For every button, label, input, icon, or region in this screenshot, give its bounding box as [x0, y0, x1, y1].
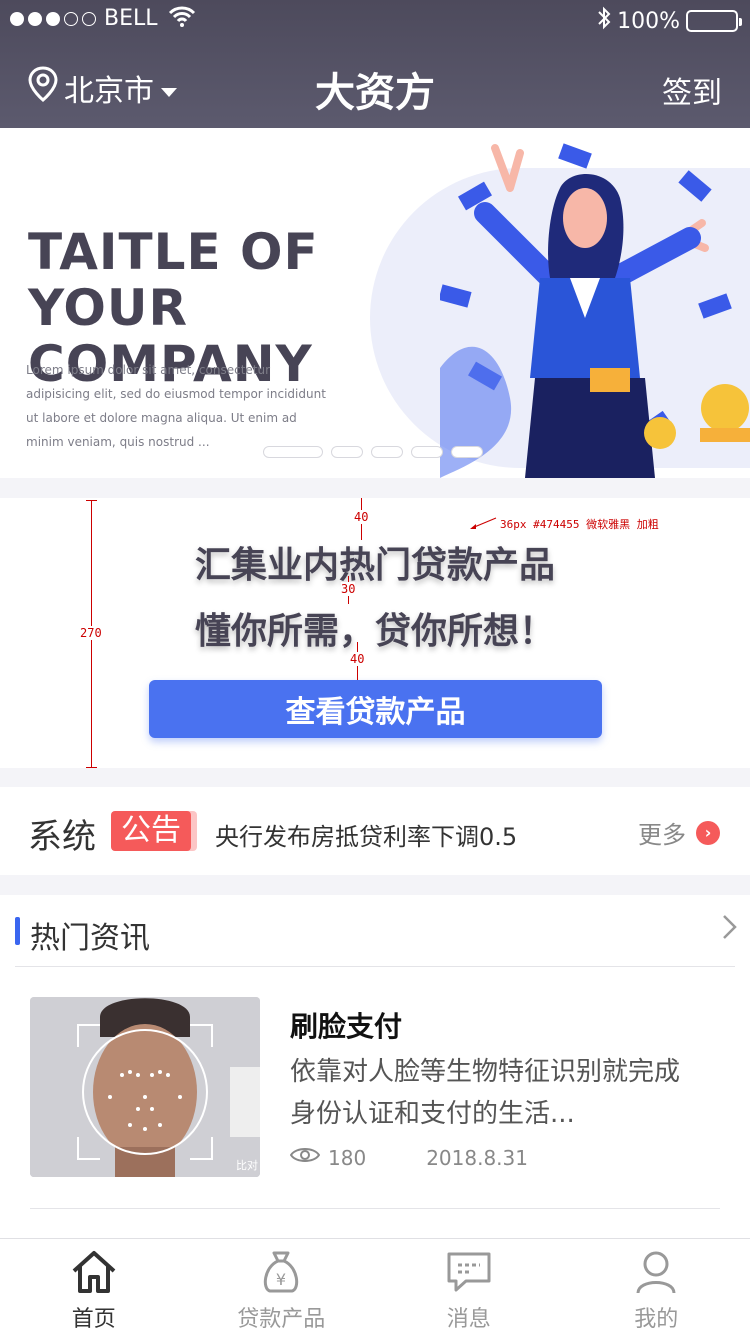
promo-line-1: 汇集业内热门贷款产品	[194, 545, 555, 586]
tab-bar: 首页 ¥ 贷款产品 消息 我的	[0, 1238, 750, 1334]
status-right: 100%	[597, 6, 742, 36]
message-icon	[446, 1249, 492, 1299]
signal-dot	[10, 11, 24, 26]
carousel-dot[interactable]	[331, 446, 363, 458]
tab-messages[interactable]: 消息	[375, 1239, 563, 1334]
news-meta: 180 2018.8.31	[289, 1145, 528, 1170]
battery-percent: 100%	[617, 8, 680, 34]
carousel-indicators	[263, 446, 483, 458]
city-selector[interactable]: 北京市	[28, 66, 178, 110]
announcement-badge: 公告	[111, 811, 191, 851]
signal-dot	[46, 11, 60, 26]
thumbnail-caption: 比对	[236, 1159, 258, 1172]
news-description: 依靠对人脸等生物特征识别就完成身份认证和支付的生活...	[290, 1057, 681, 1129]
money-bag-icon: ¥	[258, 1249, 304, 1299]
tab-home[interactable]: 首页	[0, 1239, 188, 1334]
view-count-value: 180	[328, 1145, 367, 1170]
nav-bar: 北京市 大资方 签到	[0, 48, 750, 128]
signal-dot	[64, 11, 78, 26]
banner-body: Lorem ipsum dolor sit amet, consectetur …	[26, 363, 326, 449]
more-link[interactable]: 更多 ›	[638, 815, 720, 850]
hot-news-section: 热门资讯 比对 刷脸支付 依靠对人脸等生物特征识别就完成身份认证和支付的生活..…	[0, 895, 750, 1238]
news-title: 刷脸支付	[290, 1010, 403, 1043]
chevron-right-icon[interactable]	[722, 913, 738, 948]
tab-label: 首页	[71, 1307, 116, 1332]
bluetooth-icon	[597, 6, 611, 36]
annotation-spacing-bottom: 40	[350, 652, 365, 666]
tab-label: 贷款产品	[237, 1307, 326, 1332]
annotation-spacing-top: 40	[354, 510, 369, 524]
carrier-name: BELL	[104, 6, 158, 31]
announcement-text[interactable]: 央行发布房抵贷利率下调0.5	[215, 817, 517, 852]
wifi-icon	[168, 4, 196, 34]
view-count: 180	[289, 1145, 367, 1170]
checkin-button[interactable]: 签到	[662, 68, 722, 112]
page-title: 大资方	[315, 70, 435, 116]
tab-profile[interactable]: 我的	[563, 1239, 750, 1334]
battery-icon	[686, 10, 742, 32]
carousel-dot[interactable]	[411, 446, 443, 458]
carousel-dot-active[interactable]	[263, 446, 323, 458]
tab-label: 消息	[446, 1307, 491, 1332]
caret-down-icon	[160, 71, 178, 106]
promo-line-2: 懂你所需，贷你所想！	[194, 611, 555, 652]
banner-carousel[interactable]: TAITLE OF YOUR COMPANY Lorem ipsum dolor…	[0, 128, 750, 478]
chevron-right-circle-icon: ›	[696, 820, 720, 845]
carrier: BELL	[10, 6, 158, 31]
face-scan-image	[30, 997, 260, 1177]
news-date: 2018.8.31	[426, 1145, 528, 1170]
signal-dot	[28, 11, 42, 26]
annotation-height: 270	[80, 626, 102, 640]
news-item[interactable]: 比对 刷脸支付 依靠对人脸等生物特征识别就完成身份认证和支付的生活... 180…	[30, 997, 720, 1209]
signal-dot	[82, 11, 96, 26]
news-thumbnail: 比对	[30, 997, 260, 1177]
promo-card: 汇集业内热门贷款产品 懂你所需，贷你所想！ 查看贷款产品 270 40 30 4…	[0, 498, 750, 768]
location-pin-icon	[28, 66, 58, 110]
carousel-dot[interactable]	[371, 446, 403, 458]
annotation-font-note: 36px #474455 微软雅黑 加粗	[500, 518, 659, 531]
more-label: 更多	[638, 821, 686, 849]
announcement-label: 系统	[28, 817, 96, 857]
city-name: 北京市	[64, 74, 154, 109]
annotation-arrow	[470, 517, 497, 529]
home-icon	[70, 1249, 118, 1299]
view-loan-products-button[interactable]: 查看贷款产品	[149, 680, 602, 738]
annotation-spacing-mid: 30	[341, 582, 356, 596]
annotation-tick	[86, 767, 97, 768]
banner-illustration	[440, 143, 750, 478]
tab-label: 我的	[634, 1307, 679, 1332]
carousel-dot[interactable]	[451, 446, 483, 458]
eye-icon	[289, 1145, 321, 1170]
tab-loan-products[interactable]: ¥ 贷款产品	[188, 1239, 376, 1334]
announcement-bar[interactable]: 系统 公告 央行发布房抵贷利率下调0.5 更多 ›	[0, 787, 750, 875]
user-icon	[633, 1249, 679, 1299]
svg-text:¥: ¥	[276, 1270, 286, 1289]
section-accent-bar	[15, 917, 20, 945]
status-bar: BELL 100%	[0, 0, 750, 40]
header: BELL 100% 北京市 大资方 签到	[0, 0, 750, 128]
section-title: 热门资讯	[30, 921, 150, 956]
annotation-tick	[86, 500, 97, 501]
